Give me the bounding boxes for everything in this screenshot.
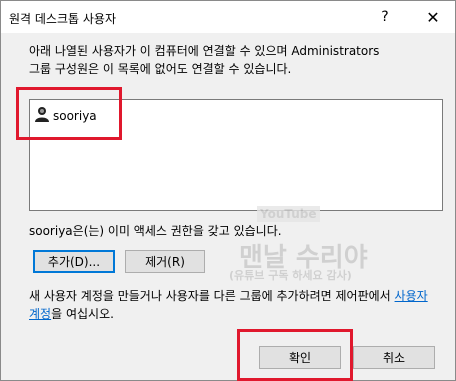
- watermark-brand: YouTube: [257, 206, 320, 222]
- highlight-box-user: [16, 87, 122, 140]
- remove-button[interactable]: 제거(R): [125, 250, 205, 273]
- help-button[interactable]: ?: [363, 1, 407, 33]
- info-text-after: 을 여십시오.: [51, 307, 114, 321]
- watermark-sub: (유튜브 구독 하세요 감사): [229, 269, 352, 282]
- info-text: 새 사용자 계정을 만들거나 사용자를 다른 그룹에 추가하려면 제어판에서 사…: [29, 287, 439, 323]
- cancel-button[interactable]: 취소: [353, 346, 435, 369]
- highlight-box-ok: [237, 329, 353, 381]
- window-title: 원격 데스크톱 사용자: [9, 12, 116, 26]
- add-button[interactable]: 추가(D)...: [33, 250, 115, 273]
- dialog-window: 원격 데스크톱 사용자 ? ✕ 아래 나열된 사용자가 이 컴퓨터에 연결할 수…: [0, 0, 456, 381]
- description-text: 아래 나열된 사용자가 이 컴퓨터에 연결할 수 있으며 Administrat…: [29, 44, 380, 76]
- title-bar: 원격 데스크톱 사용자 ? ✕: [1, 1, 455, 33]
- info-text-before: 새 사용자 계정을 만들거나 사용자를 다른 그룹에 추가하려면 제어판에서: [29, 289, 395, 303]
- close-button[interactable]: ✕: [411, 1, 455, 33]
